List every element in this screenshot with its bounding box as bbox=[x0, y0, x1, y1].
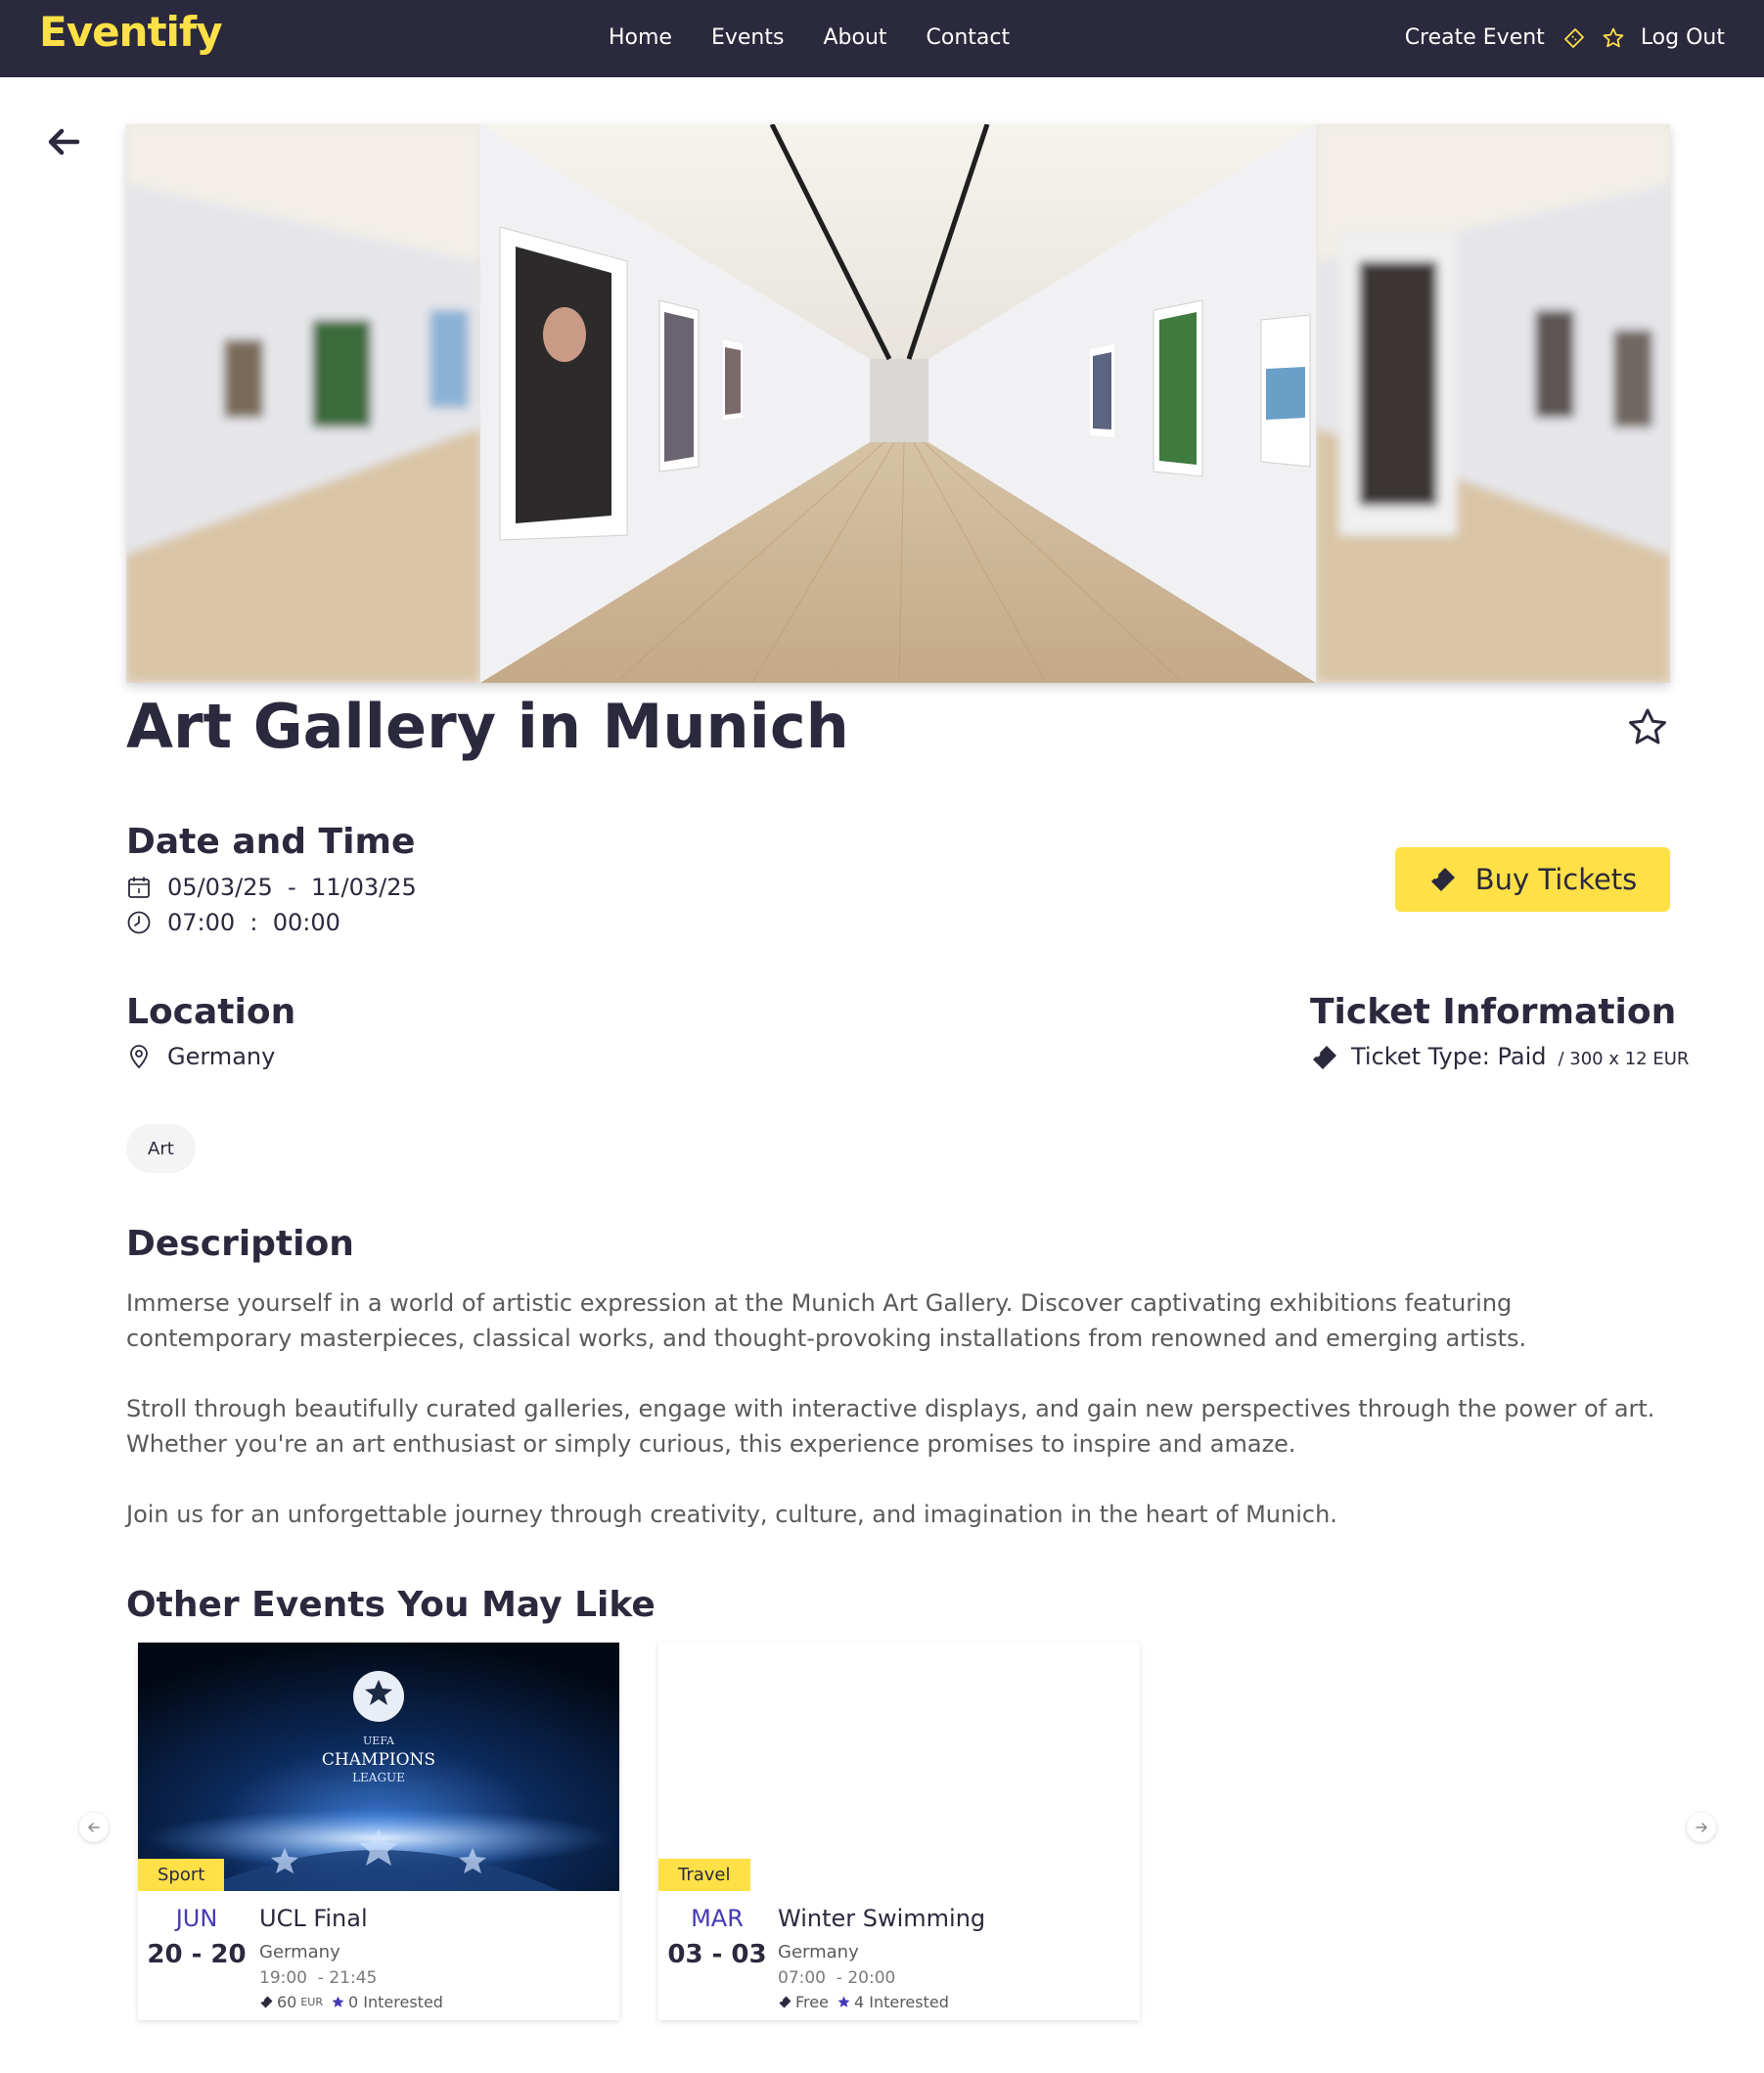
ticket-icon bbox=[1430, 868, 1455, 891]
event-card-currency: EUR bbox=[300, 1996, 324, 2008]
event-card-interested: 4 Interested bbox=[853, 1993, 949, 2011]
event-card-month: JUN bbox=[175, 1905, 218, 1932]
event-card-days: 20 - 20 bbox=[147, 1940, 247, 1969]
description-paragraph-1: Immerse yourself in a world of artistic … bbox=[126, 1289, 1527, 1352]
event-title: Art Gallery in Munich bbox=[126, 691, 849, 762]
nav-link-about[interactable]: About bbox=[823, 25, 886, 50]
arrow-left-icon bbox=[88, 1823, 100, 1832]
event-card-meta: 60 EUR 0 Interested bbox=[259, 1993, 443, 2011]
location-heading: Location bbox=[126, 992, 296, 1032]
event-hero-image bbox=[126, 124, 1670, 683]
arrow-right-icon bbox=[1696, 1823, 1707, 1832]
time-row: 07:00 : 00:00 bbox=[126, 909, 340, 936]
event-card-price: 60 bbox=[277, 1993, 297, 2011]
gallery-photo bbox=[126, 124, 1670, 683]
back-arrow-icon[interactable] bbox=[45, 123, 82, 160]
event-card[interactable]: Travel MAR 03 - 03 Winter Swimming Germa… bbox=[658, 1643, 1140, 2020]
event-card-location: Germany bbox=[259, 1942, 340, 1962]
event-card-price: Free bbox=[795, 1993, 829, 2011]
ticket-info-heading: Ticket Information bbox=[1310, 992, 1677, 1032]
banner-uefa-text: UEFA bbox=[363, 1735, 395, 1747]
nav-link-events[interactable]: Events bbox=[711, 25, 785, 50]
date-range: 05/03/25 - 11/03/25 bbox=[167, 874, 417, 901]
nav-links: Home Events About Contact bbox=[609, 25, 1049, 50]
ticket-icon bbox=[779, 1996, 792, 2008]
nav-link-contact[interactable]: Contact bbox=[927, 25, 1011, 50]
event-card-meta: Free 4 Interested bbox=[778, 1993, 949, 2011]
ticket-icon bbox=[260, 1996, 273, 2008]
event-card-title: UCL Final bbox=[259, 1905, 368, 1932]
event-card-days: 03 - 03 bbox=[667, 1940, 767, 1969]
event-card-image: UEFA CHAMPIONS LEAGUE bbox=[138, 1643, 619, 1891]
event-card-month: MAR bbox=[691, 1905, 744, 1932]
event-card-time: 07:00 - 20:00 bbox=[778, 1968, 896, 1988]
banner-league-text: LEAGUE bbox=[352, 1771, 405, 1784]
related-events-heading: Other Events You May Like bbox=[126, 1585, 656, 1625]
clock-icon bbox=[127, 911, 151, 934]
slider-next-button[interactable] bbox=[1687, 1813, 1716, 1842]
ticket-info-row: Ticket Type: Paid / 300 x 12 EUR bbox=[1310, 1043, 1689, 1072]
description-paragraph-3: Join us for an unforgettable journey thr… bbox=[126, 1501, 1337, 1528]
buy-tickets-button[interactable]: Buy Tickets bbox=[1395, 847, 1670, 912]
nav-link-home[interactable]: Home bbox=[609, 25, 672, 50]
ticket-icon[interactable] bbox=[1562, 26, 1586, 50]
logo[interactable]: Eventify bbox=[39, 8, 223, 56]
logout-link[interactable]: Log Out bbox=[1641, 25, 1725, 50]
date-row: 05/03/25 - 11/03/25 bbox=[126, 874, 417, 901]
star-icon bbox=[332, 1996, 344, 2007]
star-icon bbox=[837, 1996, 850, 2007]
event-card-category: Sport bbox=[138, 1859, 225, 1891]
buy-tickets-label: Buy Tickets bbox=[1474, 863, 1638, 896]
event-card[interactable]: UEFA CHAMPIONS LEAGUE Sport JUN 20 - 20 … bbox=[138, 1643, 619, 2020]
event-card-interested: 0 Interested bbox=[348, 1993, 443, 2011]
ticket-icon bbox=[1313, 1046, 1336, 1069]
champions-league-banner: UEFA CHAMPIONS LEAGUE bbox=[138, 1643, 619, 1891]
nav-right: Create Event Log Out bbox=[1405, 25, 1725, 50]
location-pin-icon bbox=[130, 1045, 148, 1069]
ticket-type: Ticket Type: Paid bbox=[1351, 1043, 1547, 1070]
time-range: 07:00 : 00:00 bbox=[167, 909, 340, 936]
ticket-price: / 300 x 12 EUR bbox=[1558, 1049, 1690, 1069]
navbar: Eventify Home Events About Contact Creat… bbox=[0, 0, 1764, 77]
location-row: Germany bbox=[126, 1043, 275, 1070]
category-tag[interactable]: Art bbox=[126, 1124, 196, 1173]
event-card-category: Travel bbox=[658, 1859, 750, 1891]
date-time-heading: Date and Time bbox=[126, 822, 416, 862]
banner-champions-text: CHAMPIONS bbox=[322, 1750, 435, 1770]
star-icon[interactable] bbox=[1602, 26, 1625, 50]
event-card-image bbox=[658, 1643, 1140, 1891]
slider-prev-button[interactable] bbox=[79, 1813, 109, 1842]
event-card-title: Winter Swimming bbox=[778, 1905, 986, 1932]
calendar-icon bbox=[128, 877, 150, 898]
event-card-location: Germany bbox=[778, 1942, 859, 1962]
description-paragraph-2: Stroll through beautifully curated galle… bbox=[126, 1395, 1655, 1458]
location-value: Germany bbox=[167, 1043, 276, 1070]
description-heading: Description bbox=[126, 1224, 354, 1264]
favorite-star-icon[interactable] bbox=[1626, 706, 1669, 749]
event-card-time: 19:00 - 21:45 bbox=[259, 1968, 378, 1988]
create-event-link[interactable]: Create Event bbox=[1405, 25, 1545, 50]
